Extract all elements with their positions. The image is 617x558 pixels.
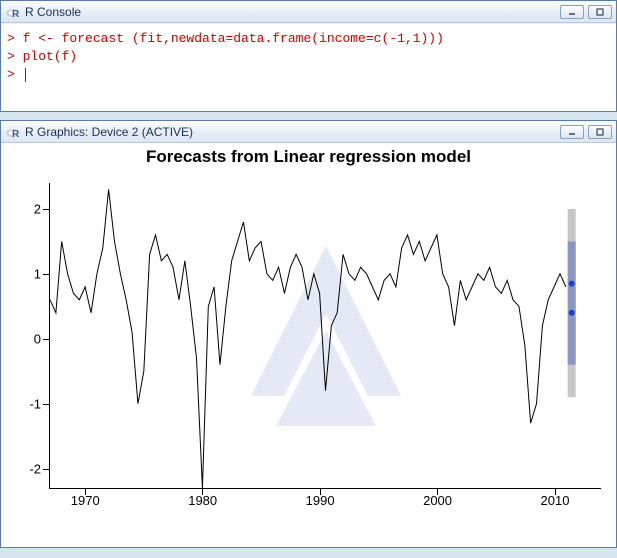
console-title: R Console [25,5,81,19]
graphics-titlebar[interactable]: R R Graphics: Device 2 (ACTIVE) [1,121,616,143]
plot-area: -2-101219701980199020002010 [49,183,601,489]
r-console-window: R R Console > f <- forecast (fit,newdata… [0,0,617,112]
y-tick-label: -2 [29,462,41,477]
console-body[interactable]: > f <- forecast (fit,newdata=data.frame(… [1,23,616,111]
y-tick [43,339,49,340]
y-tick-label: 1 [34,267,41,282]
console-line: > plot(f) [7,49,77,64]
chart-title: Forecasts from Linear regression model [1,143,616,167]
r-graphics-window: R R Graphics: Device 2 (ACTIVE) Forecast… [0,120,617,548]
graphics-window-controls [560,125,612,139]
maximize-button[interactable] [588,125,612,139]
x-tick-label: 1990 [306,493,335,508]
minimize-button[interactable] [560,125,584,139]
cursor [25,68,26,82]
y-tick-label: -1 [29,397,41,412]
y-tick-label: 2 [34,202,41,217]
svg-text:R: R [12,129,20,140]
r-logo-icon: R [5,124,21,140]
graphics-title: R Graphics: Device 2 (ACTIVE) [25,125,193,139]
y-tick-label: 0 [34,332,41,347]
graphics-body: Forecasts from Linear regression model -… [1,143,616,547]
x-tick-label: 1970 [71,493,100,508]
maximize-button[interactable] [588,5,612,19]
console-window-controls [560,5,612,19]
console-titlebar[interactable]: R R Console [1,1,616,23]
x-tick-label: 2010 [541,493,570,508]
y-tick [43,404,49,405]
y-tick [43,274,49,275]
line-series [50,183,601,488]
console-line: > f <- forecast (fit,newdata=data.frame(… [7,31,444,46]
minimize-button[interactable] [560,5,584,19]
x-tick-label: 2000 [423,493,452,508]
r-logo-icon: R [5,4,21,20]
y-tick [43,469,49,470]
y-tick [43,209,49,210]
console-line: > [7,67,23,82]
x-tick-label: 1980 [188,493,217,508]
svg-text:R: R [12,9,20,20]
